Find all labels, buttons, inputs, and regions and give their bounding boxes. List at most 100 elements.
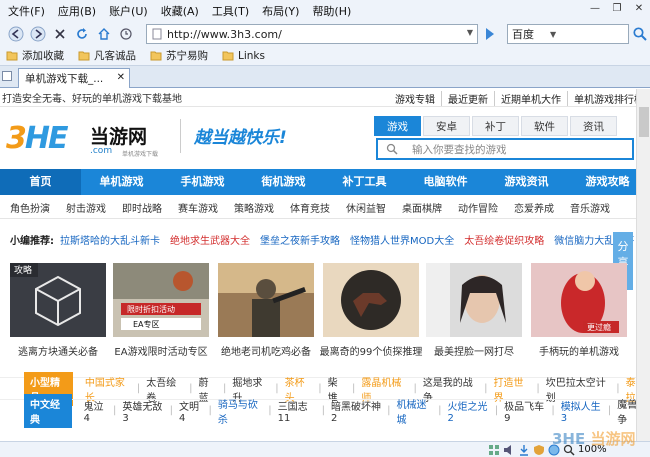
download-icon[interactable] <box>518 444 530 456</box>
genre-puzzle[interactable]: 休闲益智 <box>346 200 386 215</box>
menu-tools[interactable]: 工具(T) <box>212 3 249 19</box>
genre-dating[interactable]: 恋爱养成 <box>514 200 554 215</box>
card-gamepad[interactable]: 更过瘾 <box>531 263 627 337</box>
tab-list-icon[interactable] <box>2 71 12 81</box>
tab-android[interactable]: 安卓 <box>423 116 470 136</box>
genre-sports[interactable]: 体育竞技 <box>290 200 330 215</box>
grid-icon[interactable] <box>488 444 500 456</box>
card-pubg[interactable] <box>218 263 314 337</box>
game-link[interactable]: 机械迷城 <box>397 396 433 426</box>
nav-arcade[interactable]: 街机游戏 <box>243 169 324 195</box>
separator: | <box>352 383 356 394</box>
menu-layout[interactable]: 布局(Y) <box>262 3 299 19</box>
close-icon[interactable]: ✕ <box>632 2 646 16</box>
forward-icon[interactable] <box>28 24 48 44</box>
chevron-down-icon[interactable]: ▼ <box>550 30 556 39</box>
game-link[interactable]: 三国志11 <box>278 398 316 424</box>
nav-pc-games[interactable]: 单机游戏 <box>81 169 162 195</box>
fav-suning[interactable]: 苏宁易购 <box>150 48 208 63</box>
genre-rpg[interactable]: 角色扮演 <box>10 200 50 215</box>
card-sublabel: EA专区 <box>133 319 160 329</box>
game-link[interactable]: 暗黑破坏神2 <box>331 398 381 424</box>
tab-active[interactable]: 单机游戏下载_... ✕ <box>18 68 130 88</box>
genre-board[interactable]: 桌面棋牌 <box>402 200 442 215</box>
home-icon[interactable] <box>94 24 114 44</box>
restore-icon[interactable]: ❐ <box>610 2 624 16</box>
card-ea-sale[interactable]: 限时折扣活动 EA专区 <box>113 263 209 337</box>
link-albums[interactable]: 游戏专辑 <box>389 91 441 106</box>
pick-link[interactable]: 绝地求生武器大全 <box>170 232 250 247</box>
tab-news[interactable]: 资讯 <box>570 116 617 136</box>
search-engine[interactable]: 百度 <box>508 26 548 42</box>
nav-software[interactable]: 电脑软件 <box>405 169 486 195</box>
pick-link[interactable]: 拉斯塔哈的大乱斗新卡 <box>60 232 160 247</box>
menu-help[interactable]: 帮助(H) <box>312 3 351 19</box>
nav-home[interactable]: 首页 <box>0 169 81 195</box>
search-box[interactable]: 百度 ▼ <box>507 24 629 44</box>
fav-vancl[interactable]: 凡客诚品 <box>78 48 136 63</box>
menu-account[interactable]: 账户(U) <box>109 3 148 19</box>
link-recent[interactable]: 近期单机大作 <box>494 90 567 106</box>
separator: | <box>413 383 417 394</box>
folder-icon <box>150 51 162 61</box>
page-icon <box>152 28 162 40</box>
fav-links[interactable]: Links <box>222 50 265 62</box>
vertical-scrollbar[interactable] <box>636 89 650 441</box>
fav-add[interactable]: 添加收藏 <box>6 48 64 63</box>
chevron-down-icon[interactable]: ▼ <box>467 28 473 37</box>
game-link[interactable]: 英雄无敌3 <box>122 398 163 424</box>
refresh-icon[interactable] <box>72 24 92 44</box>
nav-news[interactable]: 游戏资讯 <box>486 169 567 195</box>
card-face-custom[interactable] <box>426 263 522 337</box>
stop-icon[interactable] <box>50 24 70 44</box>
site-logo[interactable]: 3HE 当游网 .com 单机游戏下载 <box>6 121 181 158</box>
genre-racing[interactable]: 赛车游戏 <box>178 200 218 215</box>
nav-mobile-games[interactable]: 手机游戏 <box>162 169 243 195</box>
pick-link[interactable]: 太吾绘卷促织攻略 <box>464 232 544 247</box>
game-link[interactable]: 模拟人生3 <box>561 398 602 424</box>
game-link[interactable]: 文明4 <box>179 398 202 424</box>
menu-favorites[interactable]: 收藏(A) <box>161 3 199 19</box>
separator: | <box>321 405 326 416</box>
scroll-thumb[interactable] <box>639 107 649 137</box>
game-link[interactable]: 极品飞车9 <box>504 398 545 424</box>
search-icon <box>386 143 398 155</box>
genre-music[interactable]: 音乐游戏 <box>570 200 610 215</box>
separator: | <box>607 405 612 416</box>
speaker-icon[interactable] <box>503 444 515 456</box>
card-detective[interactable] <box>323 263 419 337</box>
game-link[interactable]: 火炬之光2 <box>447 398 488 424</box>
genre-shooter[interactable]: 射击游戏 <box>66 200 106 215</box>
separator: | <box>536 383 540 394</box>
search-icon[interactable] <box>632 26 648 42</box>
site-search-input[interactable]: 输入你要查找的游戏 <box>376 138 634 160</box>
tab-games[interactable]: 游戏 <box>374 116 421 136</box>
pick-link[interactable]: 怪物猎人世界MOD大全 <box>350 232 454 247</box>
go-icon[interactable] <box>483 26 497 42</box>
address-text[interactable]: http://www.3h3.com/ <box>167 28 282 41</box>
menu-file[interactable]: 文件(F) <box>8 3 45 19</box>
folder-icon <box>222 51 234 61</box>
menu-apps[interactable]: 应用(B) <box>58 3 96 19</box>
genre-strategy[interactable]: 策略游戏 <box>234 200 274 215</box>
nav-patches[interactable]: 补丁工具 <box>324 169 405 195</box>
genre-rts[interactable]: 即时战略 <box>122 200 162 215</box>
genre-action[interactable]: 动作冒险 <box>458 200 498 215</box>
shield-icon[interactable] <box>533 444 545 456</box>
tab-patches[interactable]: 补丁 <box>472 116 519 136</box>
card-cube-escape[interactable]: 攻略 <box>10 263 106 337</box>
close-icon[interactable]: ✕ <box>117 72 125 83</box>
back-icon[interactable] <box>6 24 26 44</box>
minimize-icon[interactable]: — <box>588 2 602 16</box>
card-caption[interactable]: 手柄玩的单机游戏 <box>517 343 641 358</box>
history-icon[interactable] <box>116 24 136 44</box>
card-label: 更过瘾 <box>587 322 611 332</box>
game-link[interactable]: 骑马与砍杀 <box>218 396 262 426</box>
game-link[interactable]: 鬼泣4 <box>84 398 107 424</box>
tab-software[interactable]: 软件 <box>521 116 568 136</box>
link-updates[interactable]: 最近更新 <box>441 90 494 106</box>
address-bar[interactable]: http://www.3h3.com/ ▼ <box>146 24 478 44</box>
watermark: 3HE 当游网 <box>552 430 636 448</box>
pick-link[interactable]: 堡垒之夜新手攻略 <box>260 232 340 247</box>
folder-icon <box>6 51 18 61</box>
